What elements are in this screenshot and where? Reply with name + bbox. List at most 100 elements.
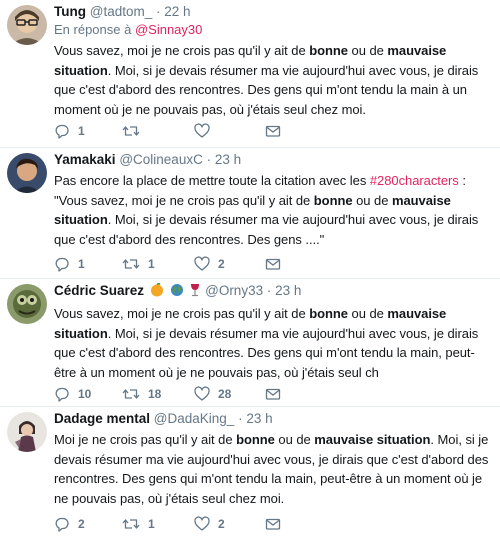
- avatar[interactable]: [7, 284, 47, 324]
- wine-glass-emoji: [189, 283, 201, 302]
- like-button[interactable]: 2: [194, 255, 225, 273]
- tweet-header: Tung @tadtom_ · 22 h: [54, 2, 490, 21]
- reply-button[interactable]: 10: [54, 385, 91, 403]
- text-segment: Pas encore la place de mettre toute la c…: [54, 173, 370, 188]
- tweet-content: Dadage mental @DadaKing_ · 23 h Moi je n…: [54, 409, 490, 508]
- tweet-text: Vous savez, moi je ne crois pas qu'il y …: [54, 41, 490, 119]
- tweet-text: Vous savez, moi je ne crois pas qu'il y …: [54, 304, 490, 382]
- like-count: 2: [218, 257, 225, 271]
- like-icon: [194, 386, 210, 402]
- text-segment: ou de: [274, 432, 315, 447]
- retweet-icon: [122, 256, 140, 272]
- orange-emoji: [150, 283, 164, 302]
- retweet-button[interactable]: 18: [122, 385, 161, 403]
- tweet[interactable]: Tung @tadtom_ · 22 h En réponse à @Sinna…: [0, 0, 500, 148]
- tweet-actions: 10 18 28: [54, 385, 294, 403]
- message-button[interactable]: [265, 515, 281, 533]
- timeline: Tung @tadtom_ · 22 h En réponse à @Sinna…: [0, 0, 500, 537]
- tweet-actions: 1: [54, 122, 294, 140]
- tweet[interactable]: Dadage mental @DadaKing_ · 23 h Moi je n…: [0, 407, 500, 537]
- retweet-button[interactable]: 1: [122, 255, 155, 273]
- text-segment: ou de: [347, 306, 388, 321]
- author-name[interactable]: Cédric Suarez: [54, 283, 144, 298]
- tweet-content: Tung @tadtom_ · 22 h En réponse à @Sinna…: [54, 2, 490, 119]
- tweet[interactable]: Yamakaki @ColineauxC · 23 h Pas encore l…: [0, 148, 500, 279]
- tweet-header: Dadage mental @DadaKing_ · 23 h: [54, 409, 490, 428]
- text-segment: ou de: [347, 43, 388, 58]
- text-segment: Vous savez, moi je ne crois pas qu'il y …: [54, 306, 310, 321]
- reply-count: 2: [78, 517, 85, 531]
- avatar[interactable]: [7, 153, 47, 193]
- tweet[interactable]: Cédric Suarez @Orny33 · 23 h Vous savez,…: [0, 279, 500, 407]
- like-button[interactable]: 28: [194, 385, 231, 403]
- like-button[interactable]: 2: [194, 515, 225, 533]
- tweet-header: Yamakaki @ColineauxC · 23 h: [54, 150, 490, 169]
- reply-icon: [54, 516, 70, 532]
- timestamp[interactable]: 23 h: [246, 411, 272, 426]
- separator-dot: ·: [266, 283, 272, 298]
- like-count: 2: [218, 517, 225, 531]
- text-segment: . Moi, si je devais résumer ma vie aujou…: [54, 212, 479, 247]
- tweet-content: Yamakaki @ColineauxC · 23 h Pas encore l…: [54, 150, 490, 249]
- reply-button[interactable]: 1: [54, 122, 85, 140]
- like-count: 28: [218, 387, 232, 401]
- bold-text: bonne: [236, 432, 275, 447]
- timestamp[interactable]: 23 h: [215, 152, 241, 167]
- timestamp[interactable]: 22 h: [164, 4, 190, 19]
- avatar[interactable]: [7, 5, 47, 45]
- author-name[interactable]: Yamakaki: [54, 152, 116, 167]
- retweet-count: 1: [148, 517, 155, 531]
- reply-context: En réponse à @Sinnay30: [54, 21, 490, 39]
- separator-dot: ·: [238, 411, 243, 426]
- message-button[interactable]: [265, 122, 281, 140]
- author-handle[interactable]: @Orny33: [205, 283, 263, 298]
- tweet-text: Moi je ne crois pas qu'il y ait de bonne…: [54, 430, 490, 508]
- message-button[interactable]: [265, 255, 281, 273]
- author-name[interactable]: Dadage mental: [54, 411, 150, 426]
- reply-icon: [54, 256, 70, 272]
- message-icon: [265, 256, 281, 272]
- retweet-button[interactable]: 1: [122, 515, 155, 533]
- author-name[interactable]: Tung: [54, 4, 86, 19]
- retweet-icon: [122, 386, 140, 402]
- hashtag-link[interactable]: #280characters: [370, 173, 459, 188]
- tweet-actions: 2 1 2: [54, 515, 294, 533]
- reply-icon: [54, 123, 70, 139]
- author-handle[interactable]: @tadtom_: [90, 4, 152, 19]
- text-segment: ou de: [352, 192, 392, 208]
- retweet-button[interactable]: [122, 122, 148, 140]
- separator-dot: ·: [206, 152, 212, 167]
- reply-button[interactable]: 1: [54, 255, 85, 273]
- reply-to-handle[interactable]: @Sinnay30: [135, 22, 202, 37]
- like-icon: [194, 123, 210, 139]
- bold-text: bonne: [313, 192, 353, 208]
- retweet-icon: [122, 516, 140, 532]
- message-icon: [265, 123, 281, 139]
- message-button[interactable]: [265, 385, 281, 403]
- reply-prefix: En réponse à: [54, 22, 132, 37]
- reply-count: 1: [78, 124, 85, 138]
- author-handle[interactable]: @DadaKing_: [154, 411, 235, 426]
- reply-icon: [54, 386, 70, 402]
- reply-count: 1: [78, 257, 85, 271]
- text-segment: Moi je ne crois pas qu'il y ait de: [54, 432, 237, 447]
- tweet-actions: 1 1 2: [54, 255, 294, 273]
- text-segment: . Moi, si je devais résumer ma vie aujou…: [54, 62, 479, 117]
- bold-text: mauvaise situation: [314, 432, 431, 447]
- message-icon: [265, 516, 281, 532]
- text-segment: . Moi, si je devais résumer ma vie aujou…: [54, 325, 479, 380]
- separator-dot: ·: [156, 4, 161, 19]
- avatar[interactable]: [7, 412, 47, 452]
- like-button[interactable]: [194, 122, 218, 140]
- reply-count: 10: [78, 387, 92, 401]
- retweet-icon: [122, 123, 140, 139]
- bold-text: bonne: [309, 43, 348, 58]
- message-icon: [265, 386, 281, 402]
- reply-button[interactable]: 2: [54, 515, 85, 533]
- globe-emoji: [170, 283, 184, 302]
- like-icon: [194, 256, 210, 272]
- tweet-content: Cédric Suarez @Orny33 · 23 h Vous savez,…: [54, 281, 490, 382]
- author-handle[interactable]: @ColineauxC: [119, 152, 203, 167]
- retweet-count: 1: [148, 257, 155, 271]
- timestamp[interactable]: 23 h: [275, 283, 301, 298]
